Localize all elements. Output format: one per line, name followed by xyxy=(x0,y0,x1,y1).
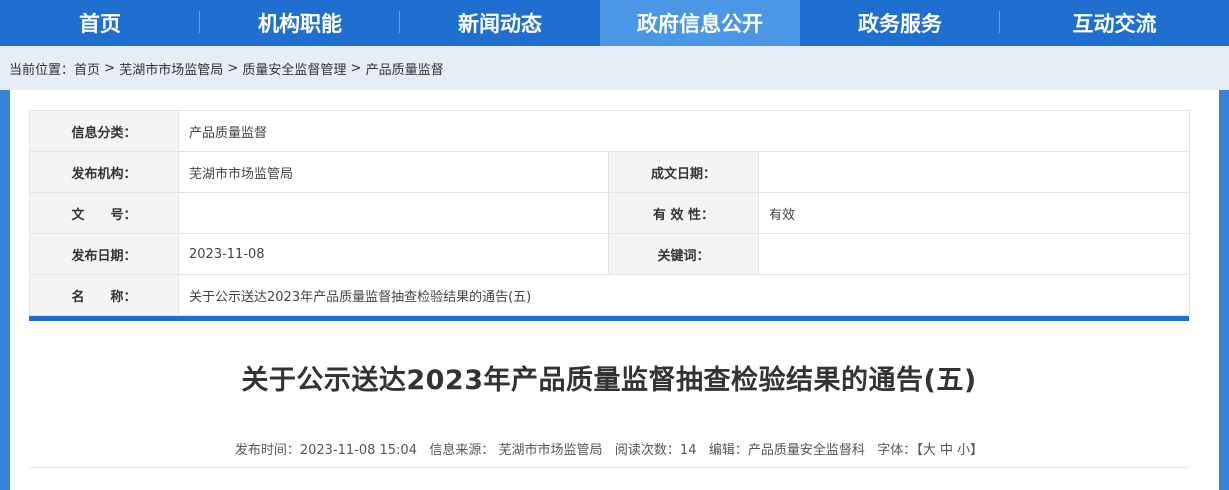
table-row: 文 号： 有 效 性： 有效 xyxy=(29,192,1191,234)
nav-item-label: 新闻动态 xyxy=(458,12,542,36)
doc-number-label: 文 号： xyxy=(29,192,179,234)
font-size-small-button[interactable]: 小 xyxy=(957,443,970,458)
nav-item-interaction[interactable]: 互动交流 xyxy=(1000,0,1229,46)
nav-item-gov-info-disclosure[interactable]: 政府信息公开 xyxy=(600,0,800,46)
written-date-label: 成文日期： xyxy=(608,151,759,193)
font-size-medium-button[interactable]: 中 xyxy=(940,443,953,458)
publish-date-value: 2023-11-08 xyxy=(178,233,609,275)
breadcrumb-link-bureau[interactable]: 芜湖市市场监管局 xyxy=(119,59,223,78)
table-row: 信息分类： 产品质量监督 xyxy=(29,110,1191,152)
article-info-line: 发布时间：2023-11-08 15:04 信息来源： 芜湖市市场监管局 阅读次… xyxy=(29,439,1189,458)
breadcrumb-separator: > xyxy=(100,60,120,76)
breadcrumb-link-product-quality[interactable]: 产品质量监督 xyxy=(366,59,444,78)
nav-item-label: 政府信息公开 xyxy=(637,12,763,36)
publisher-label: 发布机构： xyxy=(29,151,179,193)
info-metadata-table: 信息分类： 产品质量监督 发布机构： 芜湖市市场监管局 成文日期： 文 号： 有… xyxy=(29,110,1191,316)
breadcrumb-separator: > xyxy=(346,60,366,76)
article-title: 关于公示送达2023年产品质量监督抽查检验结果的通告(五) xyxy=(241,365,977,396)
table-row: 发布机构： 芜湖市市场监管局 成文日期： xyxy=(29,151,1191,193)
category-value: 产品质量监督 xyxy=(177,110,1191,152)
doc-number-value xyxy=(178,192,609,234)
name-label: 名 称： xyxy=(29,274,179,316)
breadcrumb-link-quality-safety[interactable]: 质量安全监督管理 xyxy=(242,59,346,78)
breadcrumb-link-home[interactable]: 首页 xyxy=(74,59,100,78)
info-source: 信息来源： 芜湖市市场监管局 xyxy=(429,443,603,458)
breadcrumb: 当前位置： 首页 > 芜湖市市场监管局 > 质量安全监督管理 > 产品质量监督 xyxy=(0,46,1229,90)
nav-item-label: 互动交流 xyxy=(1072,12,1157,36)
publisher-value: 芜湖市市场监管局 xyxy=(178,151,609,193)
main-nav: 首页 机构职能 新闻动态 政府信息公开 政务服务 互动交流 xyxy=(0,0,1229,46)
content-panel: 信息分类： 产品质量监督 发布机构： 芜湖市市场监管局 成文日期： 文 号： 有… xyxy=(10,90,1219,490)
view-count: 阅读次数：14 xyxy=(614,443,697,458)
keywords-value xyxy=(757,233,1191,275)
content-divider xyxy=(29,467,1189,468)
breadcrumb-prefix: 当前位置： xyxy=(9,62,75,78)
keywords-label: 关键词： xyxy=(608,233,759,275)
written-date-value xyxy=(757,151,1191,193)
publish-date-label: 发布日期： xyxy=(29,233,179,275)
nav-item-home[interactable]: 首页 xyxy=(0,0,200,46)
validity-value: 有效 xyxy=(757,192,1191,234)
publish-time: 发布时间：2023-11-08 15:04 xyxy=(234,443,417,458)
validity-label: 有 效 性： xyxy=(608,192,759,234)
nav-item-label: 首页 xyxy=(79,12,121,36)
nav-item-functions[interactable]: 机构职能 xyxy=(200,0,400,46)
nav-item-label: 政务服务 xyxy=(858,12,942,36)
breadcrumb-separator: > xyxy=(223,60,243,76)
font-size-large-button[interactable]: 大 xyxy=(923,443,936,458)
table-row: 发布日期： 2023-11-08 关键词： xyxy=(29,233,1191,275)
table-row: 名 称： 关于公示送达2023年产品质量监督抽查检验结果的通告(五) xyxy=(29,274,1191,316)
editor: 编辑：产品质量安全监督科 xyxy=(708,443,865,458)
section-divider-bar xyxy=(29,316,1189,321)
nav-item-gov-services[interactable]: 政务服务 xyxy=(800,0,1000,46)
font-size-bracket-close: 】 xyxy=(970,443,984,458)
font-size-control: 【大 中 小】 xyxy=(916,443,983,458)
category-label: 信息分类： xyxy=(29,110,179,152)
name-value: 关于公示送达2023年产品质量监督抽查检验结果的通告(五) xyxy=(177,274,1191,316)
nav-item-news[interactable]: 新闻动态 xyxy=(400,0,600,46)
font-size-label: 字体： xyxy=(877,443,917,458)
nav-item-label: 机构职能 xyxy=(258,12,342,36)
